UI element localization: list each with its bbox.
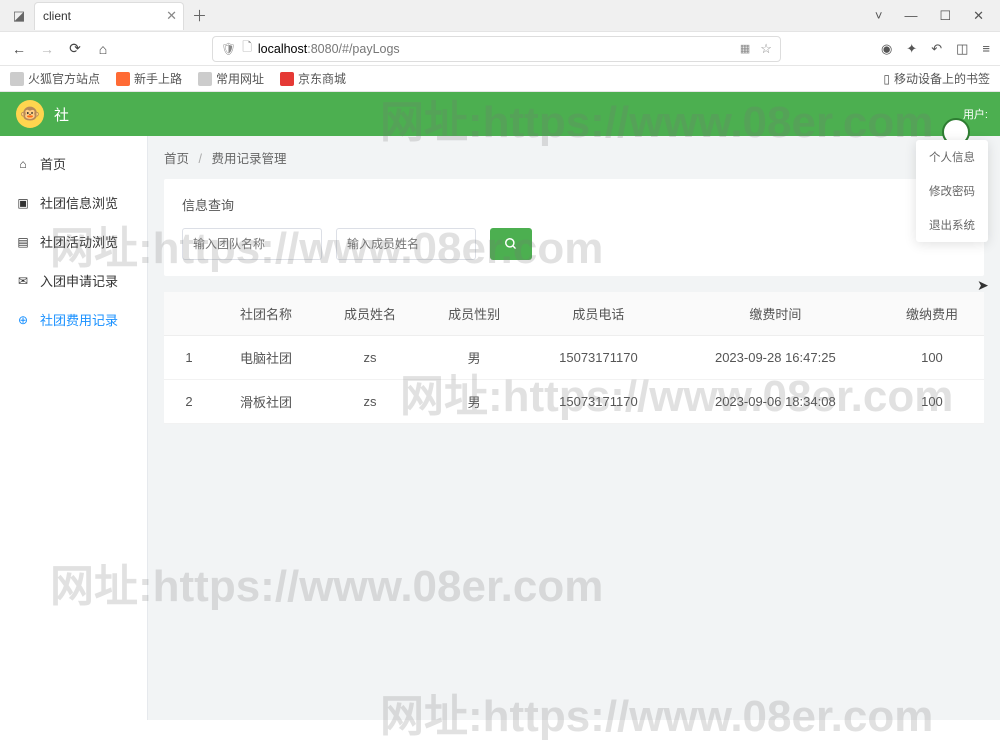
toolbar-right: ◉ ✦ ↶ ◫ ≡ [881, 41, 990, 57]
folder-icon [198, 72, 212, 86]
cell-fee: 100 [880, 336, 984, 380]
list-icon: ▤ [16, 235, 30, 249]
fire-icon [116, 72, 130, 86]
user-dropdown-menu: 个人信息 修改密码 退出系统 [916, 140, 988, 242]
tab-strip: ◪ client ✕ ＋ [4, 0, 207, 31]
col-phone: 成员电话 [526, 292, 671, 336]
tab-title: client [43, 9, 71, 23]
breadcrumb-home[interactable]: 首页 [164, 152, 189, 166]
breadcrumb-sep: / [199, 152, 202, 166]
extension-icon[interactable]: ✦ [906, 41, 917, 57]
bookmark-common[interactable]: 常用网址 [198, 70, 264, 87]
sidebar-icon[interactable]: ◫ [956, 41, 968, 57]
cell-phone: 15073171170 [526, 380, 671, 424]
reader-icon[interactable]: ▦ [740, 42, 750, 55]
cell-phone: 15073171170 [526, 336, 671, 380]
account-icon[interactable]: ◉ [881, 41, 892, 57]
cell-name: zs [318, 380, 422, 424]
club-name-input[interactable] [182, 228, 322, 260]
bookmark-star-icon[interactable]: ☆ [760, 41, 772, 57]
circle-plus-icon: ⊕ [16, 313, 30, 327]
app-header: 🐵 社 用户: [0, 92, 1000, 136]
cell-index: 1 [164, 336, 214, 380]
table-header-row: 社团名称 成员姓名 成员性别 成员电话 缴费时间 缴纳费用 [164, 292, 984, 336]
col-fee: 缴纳费用 [880, 292, 984, 336]
col-club: 社团名称 [214, 292, 318, 336]
library-icon[interactable]: ↶ [931, 41, 942, 57]
app-logo-icon: 🐵 [16, 100, 44, 128]
url-input[interactable]: 🛡 🗋 localhost:8080/#/payLogs ▦ ☆ [212, 36, 781, 62]
mobile-icon: ▯ [883, 72, 890, 86]
cell-time: 2023-09-06 18:34:08 [671, 380, 880, 424]
fee-table: 社团名称 成员姓名 成员性别 成员电话 缴费时间 缴纳费用 1 电脑社团 zs … [164, 292, 984, 424]
jd-icon [280, 72, 294, 86]
col-time: 缴费时间 [671, 292, 880, 336]
url-text: localhost:8080/#/payLogs [258, 42, 400, 56]
close-tab-icon[interactable]: ✕ [166, 8, 177, 24]
menu-profile[interactable]: 个人信息 [916, 140, 988, 174]
tabs-dropdown-icon[interactable]: ˅ [875, 8, 883, 23]
table-row[interactable]: 2 滑板社团 zs 男 15073171170 2023-09-06 18:34… [164, 380, 984, 424]
bookmarks-bar: 火狐官方站点 新手上路 常用网址 京东商城 ▯移动设备上的书签 [0, 66, 1000, 92]
cell-time: 2023-09-28 16:47:25 [671, 336, 880, 380]
mail-icon: ✉ [16, 274, 30, 288]
sidebar-item-fee-record[interactable]: ⊕社团费用记录 [0, 300, 147, 339]
menu-change-password[interactable]: 修改密码 [916, 174, 988, 208]
address-bar: ← → ⟳ ⌂ 🛡 🗋 localhost:8080/#/payLogs ▦ ☆… [0, 32, 1000, 66]
user-label: 用户: [963, 106, 988, 122]
breadcrumb-current: 费用记录管理 [211, 152, 286, 166]
col-name: 成员姓名 [318, 292, 422, 336]
home-button[interactable]: ⌂ [94, 41, 112, 57]
col-index [164, 292, 214, 336]
firefox-view-icon[interactable]: ◪ [4, 4, 34, 28]
sidebar-item-join-record[interactable]: ✉入团申请记录 [0, 261, 147, 300]
browser-tab[interactable]: client ✕ [34, 2, 184, 30]
search-panel: 信息查询 [164, 179, 984, 276]
browser-tab-bar: ◪ client ✕ ＋ ˅ ― ☐ ✕ [0, 0, 1000, 32]
reload-button[interactable]: ⟳ [66, 40, 84, 57]
sidebar: ⌂首页 ▣社团信息浏览 ▤社团活动浏览 ✉入团申请记录 ⊕社团费用记录 [0, 136, 148, 720]
table-panel: 社团名称 成员姓名 成员性别 成员电话 缴费时间 缴纳费用 1 电脑社团 zs … [164, 292, 984, 424]
bookmark-firefox[interactable]: 火狐官方站点 [10, 70, 100, 87]
folder-icon [10, 72, 24, 86]
forward-button: → [38, 41, 56, 57]
table-row[interactable]: 1 电脑社团 zs 男 15073171170 2023-09-28 16:47… [164, 336, 984, 380]
bookmark-getting-started[interactable]: 新手上路 [116, 70, 182, 87]
member-name-input[interactable] [336, 228, 476, 260]
lock-icon: 🗋 [242, 38, 252, 59]
search-panel-title: 信息查询 [182, 195, 966, 214]
col-gender: 成员性别 [422, 292, 526, 336]
cell-name: zs [318, 336, 422, 380]
minimize-button[interactable]: ― [904, 8, 917, 23]
search-icon [504, 237, 518, 251]
cell-club: 电脑社团 [214, 336, 318, 380]
home-icon: ⌂ [16, 157, 30, 171]
cell-gender: 男 [422, 380, 526, 424]
cell-index: 2 [164, 380, 214, 424]
bookmark-jd[interactable]: 京东商城 [280, 70, 346, 87]
cell-club: 滑板社团 [214, 380, 318, 424]
cell-fee: 100 [880, 380, 984, 424]
shield-icon: 🛡 [221, 42, 236, 56]
grid-icon: ▣ [16, 196, 30, 210]
sidebar-item-home[interactable]: ⌂首页 [0, 144, 147, 183]
menu-logout[interactable]: 退出系统 [916, 208, 988, 242]
search-button[interactable] [490, 228, 532, 260]
sidebar-item-club-activity[interactable]: ▤社团活动浏览 [0, 222, 147, 261]
maximize-button[interactable]: ☐ [939, 8, 951, 24]
close-window-button[interactable]: ✕ [973, 8, 984, 24]
main-content: 首页 / 费用记录管理 信息查询 社团名称 成员姓名 [148, 136, 1000, 720]
window-controls: ˅ ― ☐ ✕ [875, 8, 996, 24]
menu-icon[interactable]: ≡ [982, 41, 990, 57]
breadcrumb: 首页 / 费用记录管理 [148, 136, 1000, 179]
new-tab-button[interactable]: ＋ [192, 5, 207, 26]
back-button[interactable]: ← [10, 41, 28, 57]
search-row [182, 228, 966, 260]
sidebar-item-club-info[interactable]: ▣社团信息浏览 [0, 183, 147, 222]
app-title: 社 [54, 104, 69, 125]
bookmark-mobile[interactable]: ▯移动设备上的书签 [883, 70, 990, 87]
cell-gender: 男 [422, 336, 526, 380]
